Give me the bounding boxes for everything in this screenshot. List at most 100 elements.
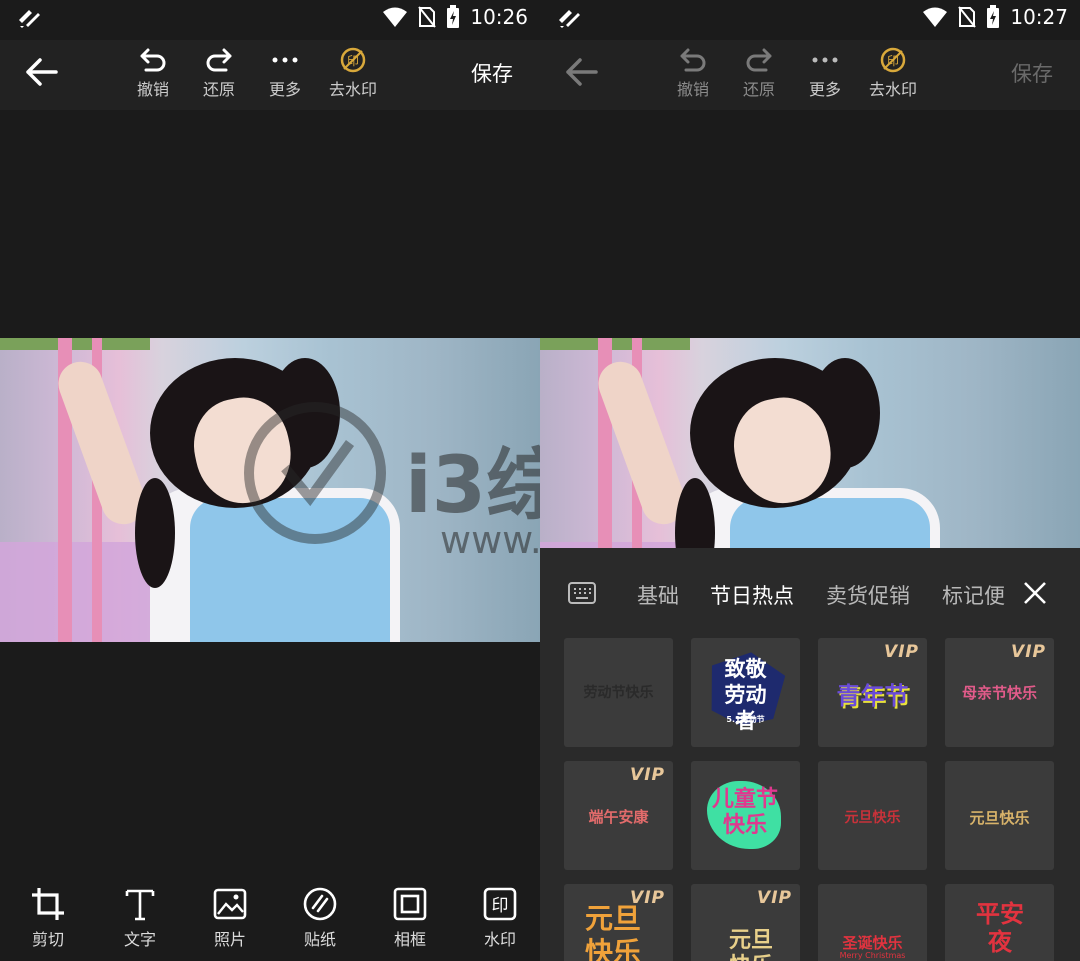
sticker-item[interactable]: VIP 端午安康 — [564, 761, 673, 870]
vip-badge: VIP — [757, 888, 792, 908]
sticker-text: 元旦快乐 — [969, 809, 1030, 827]
remove-watermark-icon: 印 — [880, 47, 906, 73]
back-arrow-icon[interactable] — [20, 52, 62, 92]
sticker-item[interactable]: 元旦快乐 — [945, 761, 1054, 870]
sticker-item[interactable]: VIP 元旦快乐 — [691, 884, 800, 961]
sticker-text: 元旦快乐 — [728, 928, 773, 961]
save-button[interactable]: 保存 — [471, 58, 513, 88]
no-sim-icon — [958, 6, 977, 28]
more-button[interactable]: 更多 — [255, 46, 315, 100]
battery-charging-icon — [447, 5, 460, 28]
redo-button[interactable]: 还原 — [189, 46, 249, 100]
sticker-item[interactable]: VIP 元旦快乐 — [564, 884, 673, 961]
pigtail — [135, 478, 175, 588]
more-label: 更多 — [268, 80, 301, 99]
sticker-item[interactable]: VIP 母亲节快乐 — [945, 638, 1054, 747]
sticker-text: 劳动节快乐 — [583, 685, 654, 701]
vip-badge: VIP — [884, 642, 919, 662]
more-label: 更多 — [808, 80, 841, 99]
sticker-icon — [303, 887, 337, 921]
tool-label: 水印 — [483, 930, 516, 949]
tab-basic[interactable]: 基础 — [637, 580, 679, 610]
undo-icon — [680, 48, 706, 72]
more-button[interactable]: 更多 — [795, 46, 855, 100]
sticker-item[interactable]: 元旦快乐 — [818, 761, 927, 870]
top-toolbar: 撤销 还原 更多 印 去水印 保存 — [540, 40, 1080, 110]
sticker-text: 元旦快乐 — [584, 902, 641, 961]
close-icon[interactable] — [1023, 581, 1047, 605]
status-bar: 10:26 — [0, 0, 540, 36]
sticker-text: 元旦快乐 — [844, 810, 901, 826]
text-icon — [125, 889, 155, 921]
remove-watermark-button[interactable]: 印 去水印 — [863, 46, 923, 100]
tool-label: 文字 — [123, 930, 156, 949]
bottom-toolbar: 剪切 文字 照片 贴纸 相框 印 水印 — [0, 880, 540, 961]
no-sim-icon — [418, 6, 437, 28]
tab-markers[interactable]: 标记便 — [942, 580, 1005, 610]
sticker-subtext: 5.1劳动节 — [726, 715, 765, 724]
vip-badge: VIP — [630, 765, 665, 785]
top-toolbar: 撤销 还原 更多 印 去水印 保存 — [0, 40, 540, 110]
undo-button[interactable]: 撤销 — [663, 46, 723, 100]
watermark-logo-icon — [244, 402, 386, 544]
tool-label: 贴纸 — [303, 930, 336, 949]
image-icon — [213, 888, 247, 920]
wifi-icon — [923, 7, 948, 27]
tool-label: 照片 — [213, 930, 246, 949]
sticker-text: 端午安康 — [588, 808, 649, 826]
tool-sticker[interactable]: 贴纸 — [290, 886, 350, 950]
grass-strip — [0, 338, 150, 350]
sticker-item[interactable]: 致敬劳动者 5.1劳动节 — [691, 638, 800, 747]
tool-label: 相框 — [393, 930, 426, 949]
remove-watermark-icon: 印 — [340, 47, 366, 73]
tool-watermark[interactable]: 印 水印 — [470, 886, 530, 950]
remove-watermark-label: 去水印 — [328, 80, 377, 99]
vip-badge: VIP — [1011, 642, 1046, 662]
watermark-url: www.i3zh.com — [440, 518, 540, 562]
tab-sales-promo[interactable]: 卖货促销 — [826, 580, 910, 610]
app-notification-icon — [19, 10, 40, 28]
clock: 10:27 — [1010, 5, 1068, 29]
crop-icon — [32, 888, 64, 920]
editor-screen-left: 10:26 撤销 还原 更多 印 去水印 保存 — [0, 0, 540, 961]
remove-watermark-label: 去水印 — [868, 80, 917, 99]
redo-label: 还原 — [742, 80, 775, 99]
undo-label: 撤销 — [676, 80, 709, 99]
tab-holiday-hot[interactable]: 节日热点 — [710, 580, 794, 610]
svg-text:印: 印 — [492, 896, 509, 916]
more-dots-icon — [812, 57, 838, 63]
sticker-text: 平安夜 — [976, 900, 1024, 956]
clock: 10:26 — [470, 5, 528, 29]
battery-charging-icon — [987, 5, 1000, 28]
tool-photo[interactable]: 照片 — [200, 886, 260, 950]
grass-strip — [540, 338, 690, 350]
redo-icon — [746, 48, 772, 72]
sticker-item[interactable]: 圣诞快乐 Merry Christmas — [818, 884, 927, 961]
sticker-panel: 基础 节日热点 卖货促销 标记便 劳动节快乐 致敬劳动者 5.1劳动节 VIP … — [540, 548, 1080, 961]
sticker-item[interactable]: VIP 青年节 — [818, 638, 927, 747]
editor-screen-right: 10:27 撤销 还原 更多 印 去水印 保存 — [540, 0, 1080, 961]
redo-icon — [206, 48, 232, 72]
redo-label: 还原 — [202, 80, 235, 99]
remove-watermark-button[interactable]: 印 去水印 — [323, 46, 383, 100]
tool-text[interactable]: 文字 — [110, 886, 170, 950]
sticker-item[interactable]: 平安夜 — [945, 884, 1054, 961]
save-button[interactable]: 保存 — [1011, 58, 1053, 88]
back-arrow-icon[interactable] — [560, 52, 602, 92]
sticker-text: 青年节 — [836, 682, 909, 710]
sticker-text: 儿童节快乐 — [711, 787, 778, 838]
app-notification-icon — [559, 10, 580, 28]
keyboard-icon[interactable] — [568, 581, 596, 605]
tool-frame[interactable]: 相框 — [380, 886, 440, 950]
sticker-item[interactable]: 儿童节快乐 — [691, 761, 800, 870]
redo-button[interactable]: 还原 — [729, 46, 789, 100]
watermark-icon: 印 — [483, 887, 517, 921]
watermark-brand: i3综合社区 — [405, 441, 540, 531]
tool-label: 剪切 — [31, 930, 64, 949]
undo-label: 撤销 — [136, 80, 169, 99]
tool-crop[interactable]: 剪切 — [18, 886, 78, 950]
wifi-icon — [383, 7, 408, 27]
sticker-item[interactable]: 劳动节快乐 — [564, 638, 673, 747]
status-bar: 10:27 — [540, 0, 1080, 36]
undo-button[interactable]: 撤销 — [123, 46, 183, 100]
